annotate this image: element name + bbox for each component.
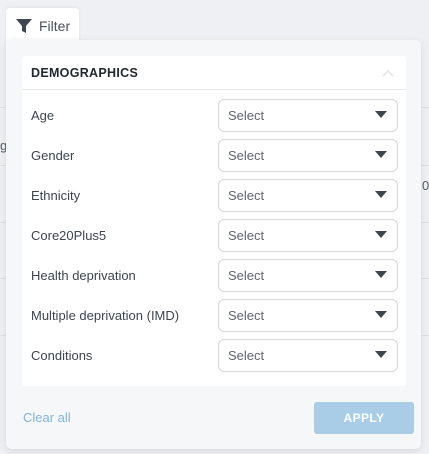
health-deprivation-select[interactable]: Select (218, 258, 398, 292)
filter-tab-label: Filter (39, 18, 71, 34)
caret-down-icon (375, 271, 387, 279)
conditions-select[interactable]: Select (218, 338, 398, 372)
funnel-icon (16, 18, 32, 34)
filter-label: Gender (31, 147, 75, 163)
caret-down-icon (375, 231, 387, 239)
select-value: Select (228, 347, 265, 363)
filter-row-ethnicity: Ethnicity Select (22, 178, 406, 212)
filter-label: Ethnicity (31, 187, 81, 203)
filter-row-gender: Gender Select (22, 138, 406, 172)
chevron-up-icon[interactable] (382, 69, 394, 77)
select-value: Select (228, 147, 265, 163)
filter-row-multiple-deprivation: Multiple deprivation (IMD) Select (22, 298, 406, 332)
select-value: Select (228, 267, 265, 283)
filter-row-core20plus5: Core20Plus5 Select (22, 218, 406, 252)
filter-label: Health deprivation (31, 267, 136, 283)
multiple-deprivation-select[interactable]: Select (218, 298, 398, 332)
select-value: Select (228, 107, 265, 123)
select-value: Select (228, 187, 265, 203)
caret-down-icon (375, 111, 387, 119)
filter-panel: DEMOGRAPHICS Age Select Gender Select Et… (6, 40, 421, 449)
background-text-fragment: 0 (422, 178, 429, 193)
caret-down-icon (375, 151, 387, 159)
filter-label: Core20Plus5 (31, 227, 107, 243)
section-header[interactable]: DEMOGRAPHICS (22, 56, 406, 90)
caret-down-icon (375, 311, 387, 319)
section-title: DEMOGRAPHICS (31, 65, 139, 80)
age-select[interactable]: Select (218, 98, 398, 132)
filter-row-health-deprivation: Health deprivation Select (22, 258, 406, 292)
filter-tab[interactable]: Filter (6, 8, 79, 44)
caret-down-icon (375, 191, 387, 199)
filter-row-age: Age Select (22, 98, 406, 132)
clear-all-link[interactable]: Clear all (23, 410, 71, 425)
ethnicity-select[interactable]: Select (218, 178, 398, 212)
filter-row-conditions: Conditions Select (22, 338, 406, 372)
select-value: Select (228, 307, 265, 323)
filter-label: Age (31, 107, 55, 123)
filter-label: Conditions (31, 347, 93, 363)
caret-down-icon (375, 351, 387, 359)
demographics-section: DEMOGRAPHICS Age Select Gender Select Et… (22, 56, 406, 386)
select-value: Select (228, 227, 265, 243)
core20plus5-select[interactable]: Select (218, 218, 398, 252)
apply-button[interactable]: APPLY (314, 402, 414, 434)
gender-select[interactable]: Select (218, 138, 398, 172)
filter-label: Multiple deprivation (IMD) (31, 307, 180, 323)
